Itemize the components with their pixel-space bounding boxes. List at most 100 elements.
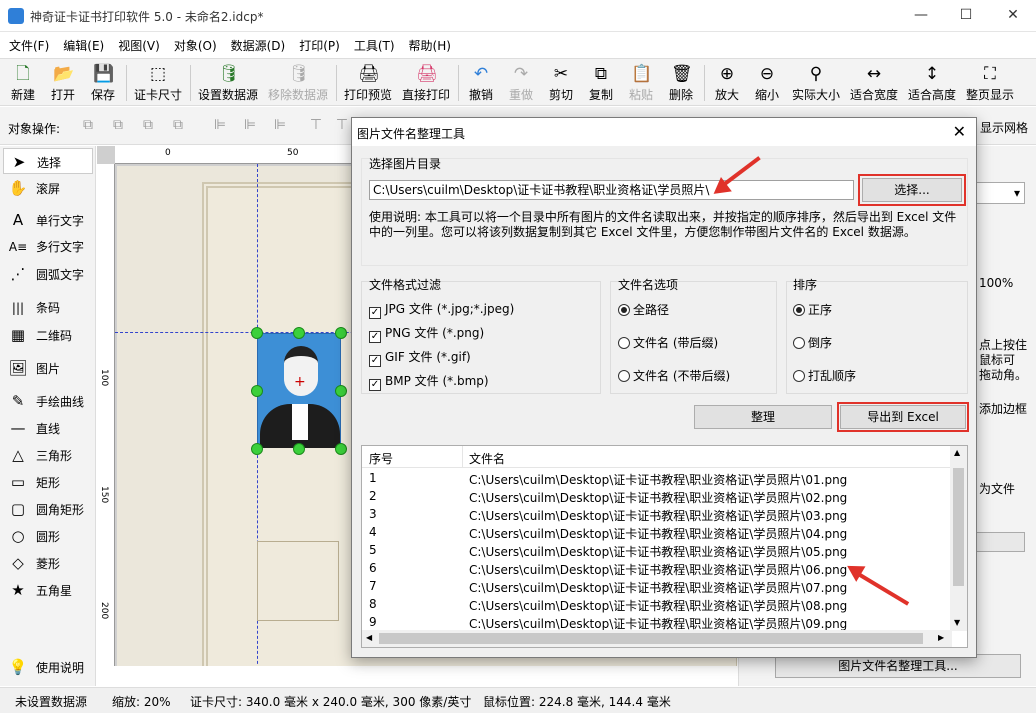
student-photo[interactable]: + <box>257 333 341 448</box>
paste-button[interactable]: 📋 粘贴 <box>624 61 658 105</box>
tool-scroll[interactable]: ✋ 滚屏 <box>3 175 93 201</box>
checkmark-icon: ✓ <box>369 355 381 367</box>
print-preview-button[interactable]: 🖨 打印预览 <box>342 61 394 105</box>
remove-datasource-button[interactable]: 🛢 移除数据源 <box>266 61 330 105</box>
menu-edit[interactable]: 编辑(E) <box>54 33 109 54</box>
option-full-path[interactable]: 全路径 <box>618 301 669 318</box>
align-middle-icon[interactable]: ⊤ <box>332 117 352 135</box>
menu-tools[interactable]: 工具(T) <box>345 33 400 54</box>
delete-button[interactable]: 🗑 删除 <box>664 61 698 105</box>
tool-rounded-rectangle[interactable]: ▢ 圆角矩形 <box>3 496 93 522</box>
menu-datasource[interactable]: 数据源(D) <box>222 33 291 54</box>
stamp-placeholder[interactable] <box>257 541 339 621</box>
tool-single-line-text[interactable]: A 单行文字 <box>3 207 93 233</box>
tool-arc-text[interactable]: ⋰ 圆弧文字 <box>3 261 93 287</box>
fit-page-button[interactable]: ⛶ 整页显示 <box>964 61 1016 105</box>
align-right-icon[interactable]: ⊫ <box>270 117 290 135</box>
align-center-icon[interactable]: ⊫ <box>240 117 260 135</box>
tool-star[interactable]: ★ 五角星 <box>3 577 93 603</box>
menu-file[interactable]: 文件(F) <box>0 33 54 54</box>
tool-line[interactable]: — 直线 <box>3 415 93 441</box>
menu-view[interactable]: 视图(V) <box>109 33 165 54</box>
list-row[interactable]: 4 C:\Users\cuilm\Desktop\证卡证书教程\职业资格证\学员照… <box>362 523 952 541</box>
filter-gif-checkbox[interactable]: ✓ GIF 文件 (*.gif) <box>369 348 471 367</box>
column-index[interactable]: 序号 <box>369 450 393 467</box>
align-left-icon[interactable]: ⊫ <box>210 117 230 135</box>
tool-qrcode[interactable]: ▦ 二维码 <box>3 322 93 348</box>
filter-bmp-checkbox[interactable]: ✓ BMP 文件 (*.bmp) <box>369 372 489 391</box>
zoom-in-button[interactable]: ⊕ 放大 <box>710 61 744 105</box>
tool-diamond[interactable]: ◇ 菱形 <box>3 550 93 576</box>
resize-handle[interactable] <box>335 443 347 455</box>
open-button[interactable]: 📂 打开 <box>46 61 80 105</box>
list-row[interactable]: 1 C:\Users\cuilm\Desktop\证卡证书教程\职业资格证\学员照… <box>362 469 952 487</box>
tool-barcode[interactable]: ||| 条码 <box>3 295 93 321</box>
tool-triangle[interactable]: △ 三角形 <box>3 442 93 468</box>
resize-handle[interactable] <box>293 327 305 339</box>
zoom-out-button[interactable]: ⊖ 缩小 <box>750 61 784 105</box>
organize-button[interactable]: 整理 <box>694 405 832 429</box>
new-button[interactable]: 🗋 新建 <box>6 61 40 105</box>
redo-button[interactable]: ↷ 重做 <box>504 61 538 105</box>
menu-help[interactable]: 帮助(H) <box>400 33 456 54</box>
sort-descending[interactable]: 倒序 <box>793 334 832 351</box>
scroll-right-icon[interactable]: ▶ <box>938 633 944 642</box>
resize-handle[interactable] <box>251 327 263 339</box>
help-instructions[interactable]: 💡 使用说明 <box>3 654 93 680</box>
panel-dropdown[interactable]: ▾ <box>971 182 1025 204</box>
undo-button[interactable]: ↶ 撤销 <box>464 61 498 105</box>
filename-list[interactable]: 序号 文件名 1 C:\Users\cuilm\Desktop\证卡证书教程\职业… <box>361 445 968 648</box>
list-row[interactable]: 9 C:\Users\cuilm\Desktop\证卡证书教程\职业资格证\学员照… <box>362 613 952 631</box>
scroll-down-icon[interactable]: ▼ <box>954 618 960 627</box>
card-size-button[interactable]: ⬚ 证卡尺寸 <box>132 61 184 105</box>
sort-ascending[interactable]: 正序 <box>793 301 832 318</box>
fit-height-button[interactable]: ↕ 适合高度 <box>906 61 958 105</box>
panel-button[interactable] <box>971 532 1025 552</box>
save-button[interactable]: 💾 保存 <box>86 61 120 105</box>
column-filename[interactable]: 文件名 <box>469 450 505 467</box>
tool-multi-line-text[interactable]: A≡ 多行文字 <box>3 234 93 260</box>
tool-image[interactable]: 🖼 图片 <box>3 355 93 381</box>
filter-jpg-checkbox[interactable]: ✓ JPG 文件 (*.jpg;*.jpeg) <box>369 300 514 319</box>
list-horizontal-scrollbar[interactable]: ◀ ▶ <box>362 630 952 647</box>
dialog-close-button[interactable]: ✕ <box>953 122 966 141</box>
set-datasource-button[interactable]: 🛢 设置数据源 <box>196 61 260 105</box>
tool-select[interactable]: ➤ 选择 <box>3 148 93 174</box>
directory-input[interactable]: C:\Users\cuilm\Desktop\证卡证书教程\职业资格证\学员照片… <box>369 180 854 200</box>
scroll-up-icon[interactable]: ▲ <box>954 448 960 457</box>
tool-circle[interactable]: ○ 圆形 <box>3 523 93 549</box>
show-grid-label[interactable]: 显示网格 <box>980 119 1028 136</box>
tool-freehand[interactable]: ✎ 手绘曲线 <box>3 388 93 414</box>
menu-print[interactable]: 打印(P) <box>290 33 345 54</box>
fit-width-button[interactable]: ↔ 适合宽度 <box>848 61 900 105</box>
actual-size-button[interactable]: ⚲ 实际大小 <box>790 61 842 105</box>
resize-handle[interactable] <box>335 327 347 339</box>
tool-rectangle[interactable]: ▭ 矩形 <box>3 469 93 495</box>
align-top-icon[interactable]: ⊤ <box>306 117 326 135</box>
resize-handle[interactable] <box>251 443 263 455</box>
list-row[interactable]: 5 C:\Users\cuilm\Desktop\证卡证书教程\职业资格证\学员照… <box>362 541 952 559</box>
option-name-without-ext[interactable]: 文件名 (不带后缀) <box>618 367 730 384</box>
menu-object[interactable]: 对象(O) <box>165 33 222 54</box>
copy-button[interactable]: ⧉ 复制 <box>584 61 618 105</box>
resize-handle[interactable] <box>251 385 263 397</box>
resize-handle[interactable] <box>293 443 305 455</box>
close-button[interactable]: ✕ <box>990 0 1036 32</box>
list-row[interactable]: 3 C:\Users\cuilm\Desktop\证卡证书教程\职业资格证\学员照… <box>362 505 952 523</box>
minimize-button[interactable]: — <box>898 0 944 32</box>
cut-button[interactable]: ✂ 剪切 <box>544 61 578 105</box>
list-vertical-scrollbar[interactable]: ▲ ▼ <box>950 446 967 631</box>
layer-up-icon[interactable]: ⧉ <box>78 117 98 135</box>
layer-down-icon[interactable]: ⧉ <box>108 117 128 135</box>
sort-shuffle[interactable]: 打乱顺序 <box>793 367 856 384</box>
maximize-button[interactable]: ☐ <box>943 0 989 32</box>
filter-png-checkbox[interactable]: ✓ PNG 文件 (*.png) <box>369 324 484 343</box>
scroll-left-icon[interactable]: ◀ <box>366 633 372 642</box>
list-row[interactable]: 2 C:\Users\cuilm\Desktop\证卡证书教程\职业资格证\学员照… <box>362 487 952 505</box>
layer-top-icon[interactable]: ⧉ <box>138 117 158 135</box>
layer-bottom-icon[interactable]: ⧉ <box>168 117 188 135</box>
direct-print-button[interactable]: 🖨 直接打印 <box>400 61 452 105</box>
list-row[interactable]: 8 C:\Users\cuilm\Desktop\证卡证书教程\职业资格证\学员照… <box>362 595 952 613</box>
option-name-with-ext[interactable]: 文件名 (带后缀) <box>618 334 718 351</box>
resize-handle[interactable] <box>335 385 347 397</box>
